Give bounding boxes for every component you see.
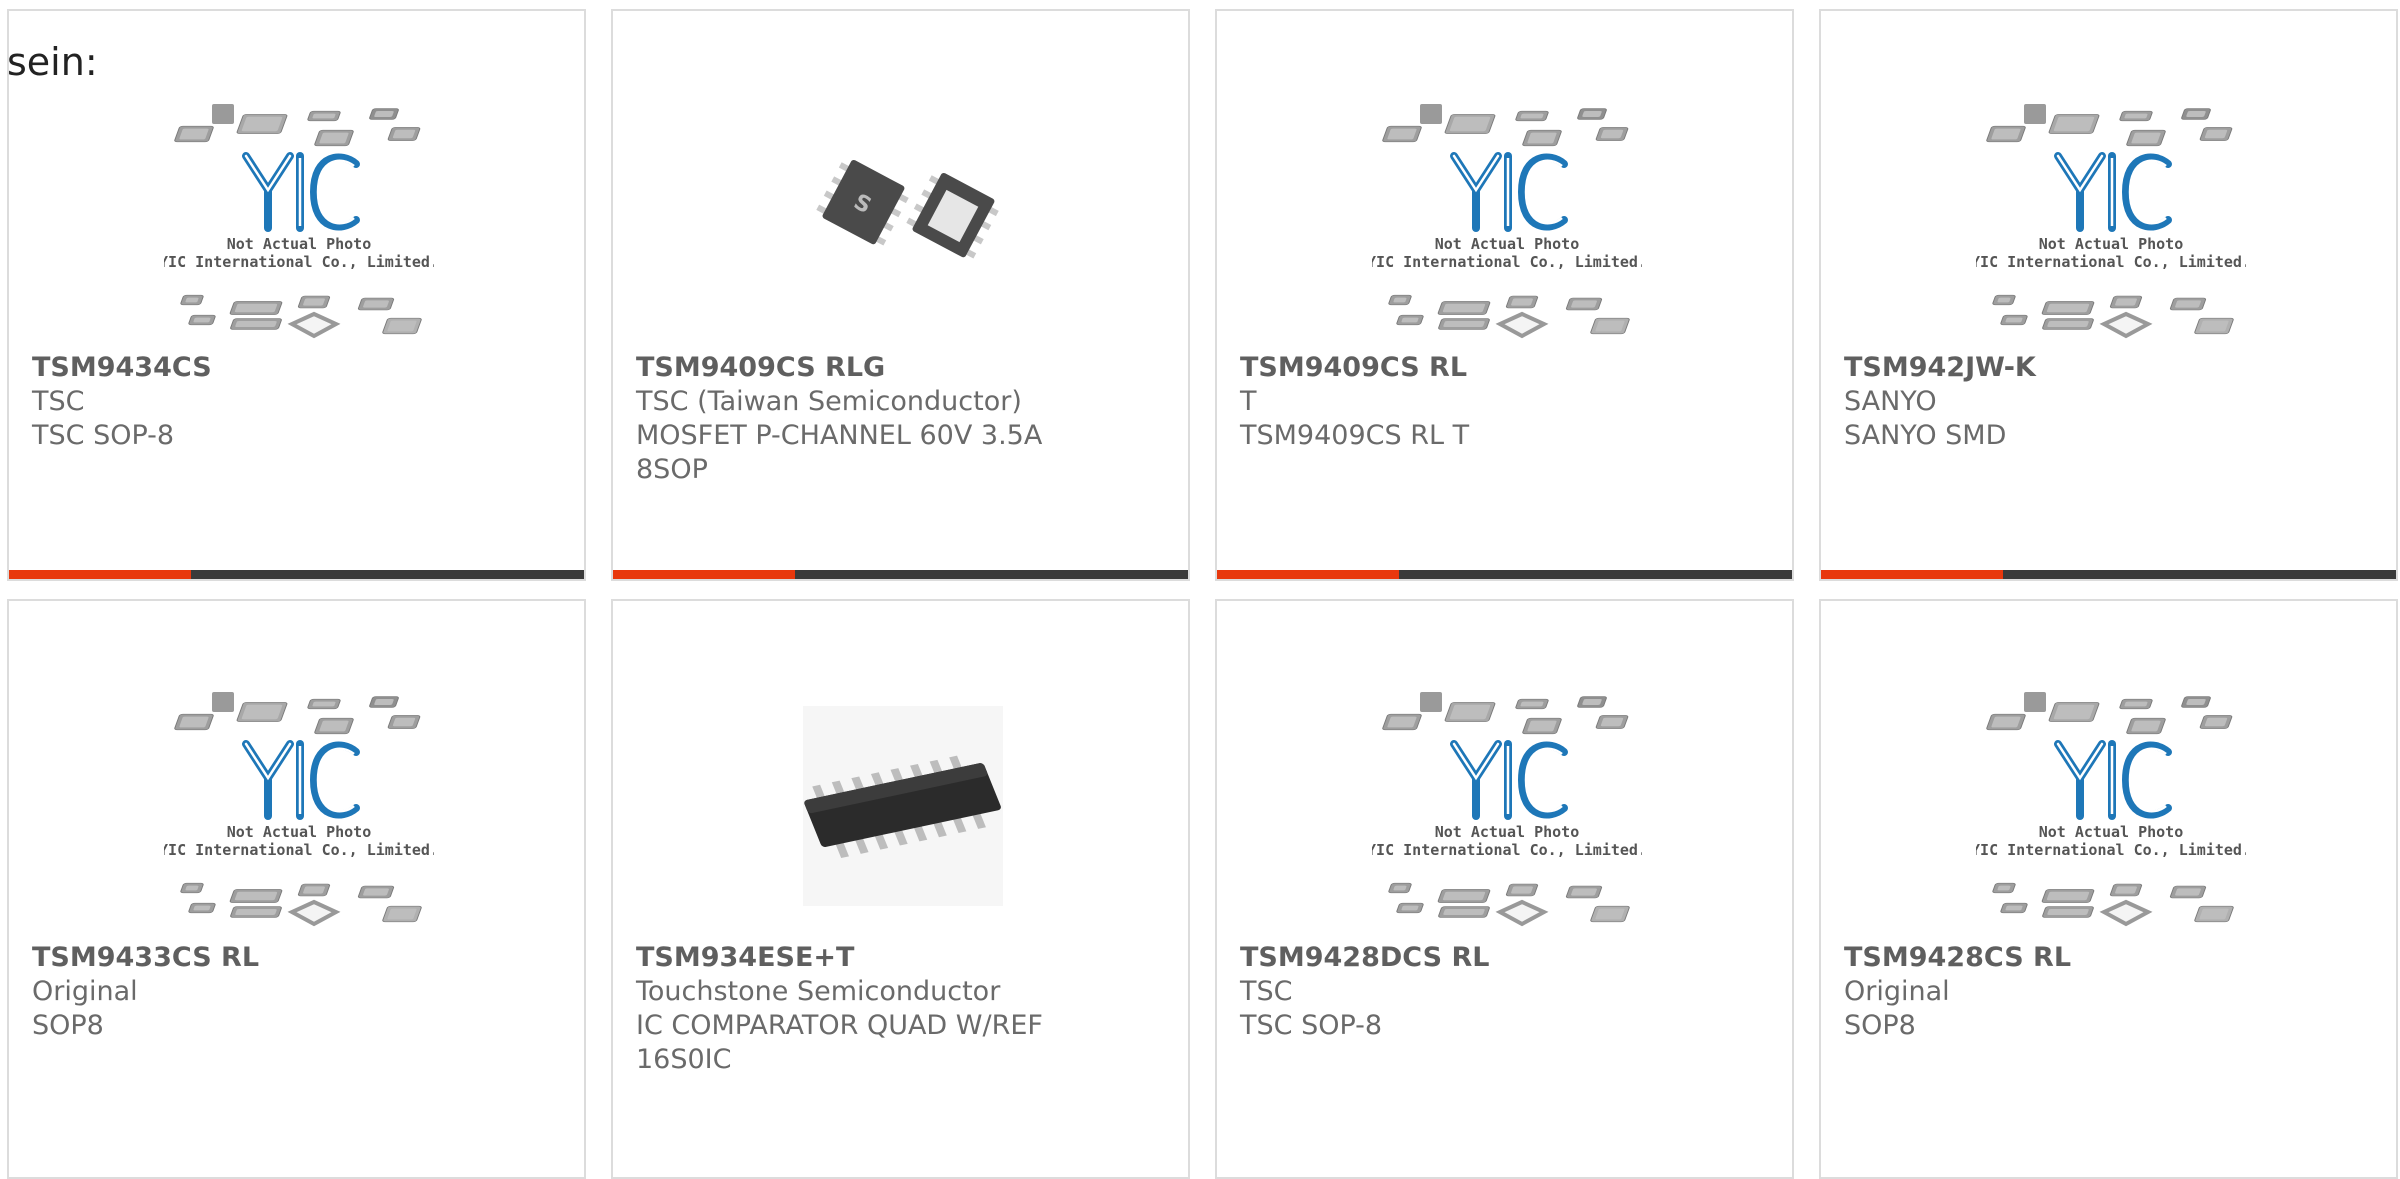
manufacturer: SANYO xyxy=(1844,386,1937,417)
product-card[interactable]: TSM934ESE+T Touchstone Semiconductor IC … xyxy=(611,599,1190,1179)
part-number[interactable]: TSM934ESE+T xyxy=(636,941,1168,975)
part-number[interactable]: TSM942JW-K xyxy=(1844,351,2376,385)
product-card[interactable]: Not Actual Photo YIC International Co., L… xyxy=(7,599,586,1179)
svg-text:YIC International Co., Limited: YIC International Co., Limited. xyxy=(164,253,434,271)
description: SOP8 xyxy=(32,1010,104,1041)
description: TSC SOP-8 xyxy=(32,420,175,451)
manufacturer: T xyxy=(1240,386,1257,417)
part-number[interactable]: TSM9428CS RL xyxy=(1844,941,2376,975)
card-bar xyxy=(613,570,1188,579)
manufacturer: TSC xyxy=(32,386,85,417)
part-number[interactable]: TSM9428DCS RL xyxy=(1240,941,1772,975)
card-bar xyxy=(1217,570,1792,579)
product-card[interactable]: Not Actual Photo YIC International Co., L… xyxy=(1215,9,1794,581)
placeholder-image: Not Actual Photo YIC International Co., L… xyxy=(164,98,434,346)
card-bar xyxy=(1821,570,2396,579)
product-card[interactable]: Not Actual Photo YIC International Co., L… xyxy=(7,9,586,581)
chip-photo xyxy=(768,686,1038,934)
placeholder-image: Not Actual Photo YIC International Co., L… xyxy=(1976,686,2246,934)
placeholder-image: Not Actual Photo YIC International Co., L… xyxy=(164,686,434,934)
part-number[interactable]: TSM9434CS xyxy=(32,351,564,385)
svg-text:YIC International Co., Limited: YIC International Co., Limited. xyxy=(164,841,434,859)
svg-text:Not Actual Photo: Not Actual Photo xyxy=(227,823,372,841)
manufacturer: Original xyxy=(1844,976,1950,1007)
chip-photo: S xyxy=(768,98,1038,346)
manufacturer: TSC xyxy=(1240,976,1293,1007)
placeholder-image: Not Actual Photo YIC International Co., L… xyxy=(1372,686,1642,934)
description: MOSFET P-CHANNEL 60V 3.5A 8SOP xyxy=(636,420,1043,485)
part-number[interactable]: TSM9433CS RL xyxy=(32,941,564,975)
manufacturer: Original xyxy=(32,976,138,1007)
svg-text:Not Actual Photo: Not Actual Photo xyxy=(1435,235,1580,253)
placeholder-image: Not Actual Photo YIC International Co., L… xyxy=(1976,98,2246,346)
svg-text:YIC International Co., Limited: YIC International Co., Limited. xyxy=(1372,841,1642,859)
part-number[interactable]: TSM9409CS RLG xyxy=(636,351,1168,385)
description: SOP8 xyxy=(1844,1010,1916,1041)
manufacturer: Touchstone Semiconductor xyxy=(636,976,1001,1007)
product-card[interactable]: Not Actual Photo YIC International Co., L… xyxy=(1819,9,2398,581)
lead-text: sein: xyxy=(7,40,98,84)
manufacturer: TSC (Taiwan Semiconductor) xyxy=(636,386,1022,417)
product-card[interactable]: Not Actual Photo YIC International Co., L… xyxy=(1215,599,1794,1179)
svg-text:Not Actual Photo: Not Actual Photo xyxy=(1435,823,1580,841)
description: IC COMPARATOR QUAD W/REF 16S0IC xyxy=(636,1010,1043,1075)
svg-text:YIC International Co., Limited: YIC International Co., Limited. xyxy=(1976,841,2246,859)
product-card[interactable]: Not Actual Photo YIC International Co., L… xyxy=(1819,599,2398,1179)
product-card[interactable]: S TSM9409CS RLG TSC (Taiwan Semiconducto… xyxy=(611,9,1190,581)
svg-text:Not Actual Photo: Not Actual Photo xyxy=(227,235,372,253)
description: TSC SOP-8 xyxy=(1240,1010,1383,1041)
card-bar xyxy=(9,570,584,579)
product-grid: Not Actual Photo YIC International Co., L… xyxy=(0,0,2400,1179)
description: TSM9409CS RL T xyxy=(1240,420,1470,451)
part-number[interactable]: TSM9409CS RL xyxy=(1240,351,1772,385)
svg-text:YIC International Co., Limited: YIC International Co., Limited. xyxy=(1976,253,2246,271)
svg-text:Not Actual Photo: Not Actual Photo xyxy=(2039,823,2184,841)
svg-text:Not Actual Photo: Not Actual Photo xyxy=(2039,235,2184,253)
placeholder-image: Not Actual Photo YIC International Co., L… xyxy=(1372,98,1642,346)
svg-text:YIC International Co., Limited: YIC International Co., Limited. xyxy=(1372,253,1642,271)
description: SANYO SMD xyxy=(1844,420,2007,451)
